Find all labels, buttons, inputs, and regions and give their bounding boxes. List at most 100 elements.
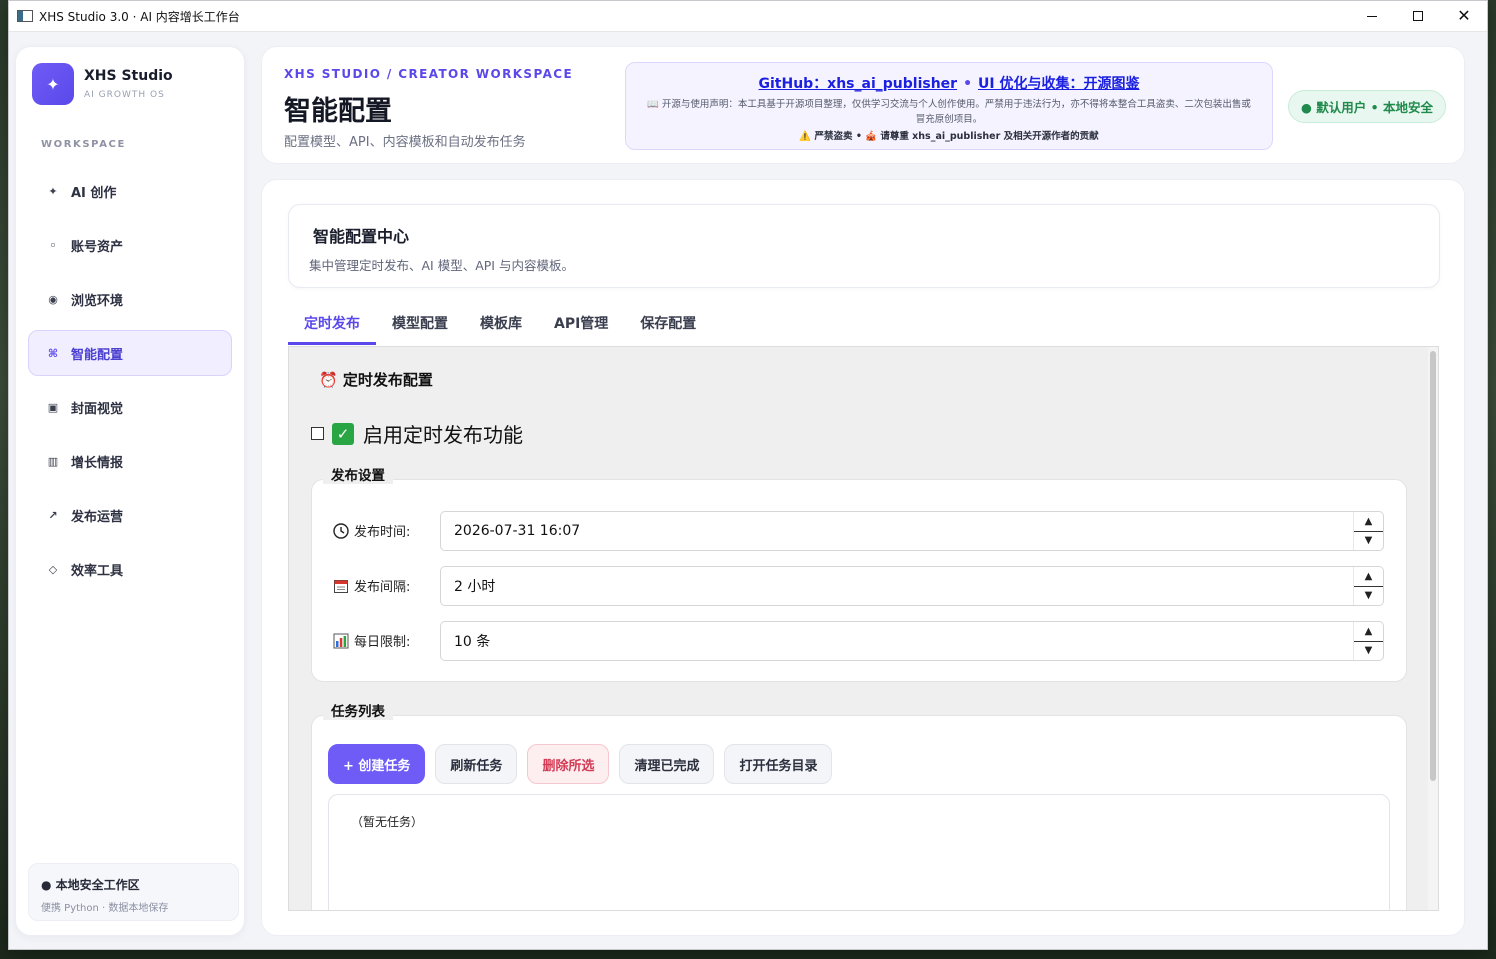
footer-title: ● 本地安全工作区 <box>41 878 140 892</box>
globe-icon: ◉ <box>48 292 58 306</box>
sidebar-item-label: AI 创作 <box>71 185 117 201</box>
close-icon: ✕ <box>1457 6 1471 25</box>
chart-icon: ▥ <box>47 454 59 468</box>
tab-1[interactable]: 定时发布 <box>288 304 376 345</box>
sidebar: ✦ XHS Studio AI GROWTH OS WORKSPACE ✦ AI … <box>15 46 245 936</box>
daily-limit-value: 10 条 <box>454 634 491 650</box>
clear-completed-button[interactable]: 清理已完成 <box>619 744 715 784</box>
sidebar-item-1[interactable]: ✦ AI 创作 <box>28 168 232 214</box>
sidebar-item-label: 账号资产 <box>71 239 124 255</box>
publish-time-value: 2026-07-31 16:07 <box>454 523 581 539</box>
enable-schedule-label: 启用定时发布功能 <box>363 423 523 447</box>
sidebar-footer: ● 本地安全工作区 便携 Python · 数据本地保存 <box>28 863 239 921</box>
main-panel: 智能配置中心 集中管理定时发布、AI 模型、API 与内容模板。 定时发布 模型配… <box>261 179 1465 936</box>
sidebar-item-3[interactable]: ◉ 浏览环境 <box>28 276 232 322</box>
close-button[interactable]: ✕ <box>1441 1 1487 31</box>
daily-limit-label: 每日限制: <box>354 635 411 650</box>
sparkle-icon: ✦ <box>48 184 58 198</box>
page-description: 配置模型、API、内容模板和自动发布任务 <box>284 135 526 150</box>
decrement-icon[interactable]: ▼ <box>1354 532 1383 551</box>
schedule-section-title: ⏰ 定时发布配置 <box>319 371 433 389</box>
sidebar-item-4[interactable]: ⌘ 智能配置 <box>28 330 232 376</box>
arrow-icon: ↗ <box>48 508 58 522</box>
sidebar-item-2[interactable]: ◦ 账号资产 <box>28 222 232 268</box>
publish-time-row: 发布时间: <box>332 521 444 540</box>
brand-name: XHS Studio <box>84 68 173 84</box>
refresh-tasks-button[interactable]: 刷新任务 <box>435 744 518 784</box>
brand-logo-icon: ✦ <box>32 63 74 105</box>
notice-text: 📖 开源与使用声明：本工具基于开源项目整理，仅供学习交流与个人创作使用。严禁用于… <box>647 99 1251 125</box>
sidebar-item-5[interactable]: ▣ 封面视觉 <box>28 384 232 430</box>
bar-chart-icon <box>332 632 349 649</box>
sidebar-item-6[interactable]: ▥ 增长情报 <box>28 438 232 484</box>
tab-4[interactable]: API管理 <box>538 304 624 345</box>
clock-icon <box>332 522 349 539</box>
enable-schedule-row[interactable]: ✓ 启用定时发布功能 <box>311 419 523 448</box>
task-list[interactable]: （暂无任务） <box>328 794 1390 910</box>
page-header: XHS STUDIO / CREATOR WORKSPACE 智能配置 配置模型… <box>261 46 1465 164</box>
sidebar-nav: ✦ AI 创作 ◦ 账号资产 ◉ 浏览环境 ⌘ 智能配置 ▣ 封面视觉 ▥ 增长情报 ↗ 发布运营 ◇ 效率工… <box>16 168 244 592</box>
publish-interval-value: 2 小时 <box>454 579 496 595</box>
sidebar-item-7[interactable]: ↗ 发布运营 <box>28 492 232 538</box>
sidebar-item-label: 增长情报 <box>71 455 124 471</box>
sidebar-item-label: 效率工具 <box>71 563 124 579</box>
sidebar-item-8[interactable]: ◇ 效率工具 <box>28 546 232 592</box>
diamond-icon: ◇ <box>48 562 58 576</box>
gallery-link[interactable]: UI 优化与收集：开源图鉴 <box>978 76 1139 92</box>
check-mark-icon: ✓ <box>332 422 354 445</box>
notice-warning: ⚠️ 严禁盗卖 • 🎪 请尊重 xhs_ai_publisher 及相关开源作者… <box>799 131 1099 142</box>
create-task-button[interactable]: + 创建任务 <box>328 744 426 784</box>
schedule-panel: ⏰ 定时发布配置 ✓ 启用定时发布功能 发布时间: 2026-07-31 16:… <box>288 346 1439 911</box>
image-icon: ▣ <box>47 400 59 414</box>
github-link[interactable]: GitHub：xhs_ai_publisher <box>759 76 958 92</box>
publish-interval-label: 发布间隔: <box>354 580 411 595</box>
publish-interval-input[interactable]: 2 小时 ▲ ▼ <box>440 566 1384 606</box>
task-toolbar: + 创建任务 刷新任务 删除所选 清理已完成 打开任务目录 <box>328 744 842 784</box>
decrement-icon[interactable]: ▼ <box>1354 642 1383 661</box>
scrollbar-thumb[interactable] <box>1430 351 1436 781</box>
brand: ✦ XHS Studio AI GROWTH OS <box>16 47 244 105</box>
publish-time-input[interactable]: 2026-07-31 16:07 ▲ ▼ <box>440 511 1384 551</box>
config-center-title: 智能配置中心 <box>313 227 410 246</box>
config-tabs: 定时发布 模型配置 模板库 API管理 保存配置 <box>288 304 712 345</box>
tab-5[interactable]: 保存配置 <box>624 304 712 345</box>
tab-3[interactable]: 模板库 <box>464 304 538 345</box>
window-title: XHS Studio 3.0 · AI 内容增长工作台 <box>39 9 240 24</box>
minimize-icon <box>1367 15 1377 17</box>
increment-icon[interactable]: ▲ <box>1354 512 1383 532</box>
delete-selected-button[interactable]: 删除所选 <box>527 744 610 784</box>
command-icon: ⌘ <box>47 346 59 360</box>
increment-icon[interactable]: ▲ <box>1354 567 1383 587</box>
link-separator: • <box>963 76 973 92</box>
task-list-group: + 创建任务 刷新任务 删除所选 清理已完成 打开任务目录 （暂无任务） <box>311 715 1407 910</box>
task-list-legend: 任务列表 <box>323 700 393 720</box>
sidebar-item-label: 浏览环境 <box>71 293 124 309</box>
config-center-subtitle: 集中管理定时发布、AI 模型、API 与内容模板。 <box>309 258 574 273</box>
empty-task-text: （暂无任务） <box>351 815 424 829</box>
enable-schedule-checkbox[interactable] <box>311 427 324 440</box>
license-notice: GitHub：xhs_ai_publisher • UI 优化与收集：开源图鉴 📖 … <box>625 62 1273 150</box>
daily-limit-row: 每日限制: <box>332 631 444 650</box>
publish-interval-row: 发布间隔: <box>332 576 444 595</box>
tab-2[interactable]: 模型配置 <box>376 304 464 345</box>
footer-subtitle: 便携 Python · 数据本地保存 <box>41 903 169 914</box>
publish-settings-legend: 发布设置 <box>323 464 393 484</box>
page-title: 智能配置 <box>284 96 392 127</box>
minimize-button[interactable] <box>1349 1 1395 31</box>
open-task-dir-button[interactable]: 打开任务目录 <box>724 744 833 784</box>
title-bar: XHS Studio 3.0 · AI 内容增长工作台 ✕ <box>9 1 1487 32</box>
calendar-icon <box>332 577 349 594</box>
breadcrumb: XHS STUDIO / CREATOR WORKSPACE <box>284 67 574 81</box>
maximize-button[interactable] <box>1395 1 1441 31</box>
daily-limit-input[interactable]: 10 条 ▲ ▼ <box>440 621 1384 661</box>
sidebar-item-label: 智能配置 <box>71 347 124 363</box>
config-center-card: 智能配置中心 集中管理定时发布、AI 模型、API 与内容模板。 <box>288 204 1440 288</box>
maximize-icon <box>1413 11 1423 21</box>
dot-icon: ◦ <box>49 238 57 252</box>
publish-settings-group: 发布时间: 2026-07-31 16:07 ▲ ▼ 发布间隔: 2 小时 ▲ ▼ <box>311 479 1407 682</box>
increment-icon[interactable]: ▲ <box>1354 622 1383 642</box>
scrollbar[interactable] <box>1428 347 1438 910</box>
decrement-icon[interactable]: ▼ <box>1354 587 1383 606</box>
app-icon <box>17 10 33 22</box>
user-status-badge: ● 默认用户 • 本地安全 <box>1288 90 1446 123</box>
